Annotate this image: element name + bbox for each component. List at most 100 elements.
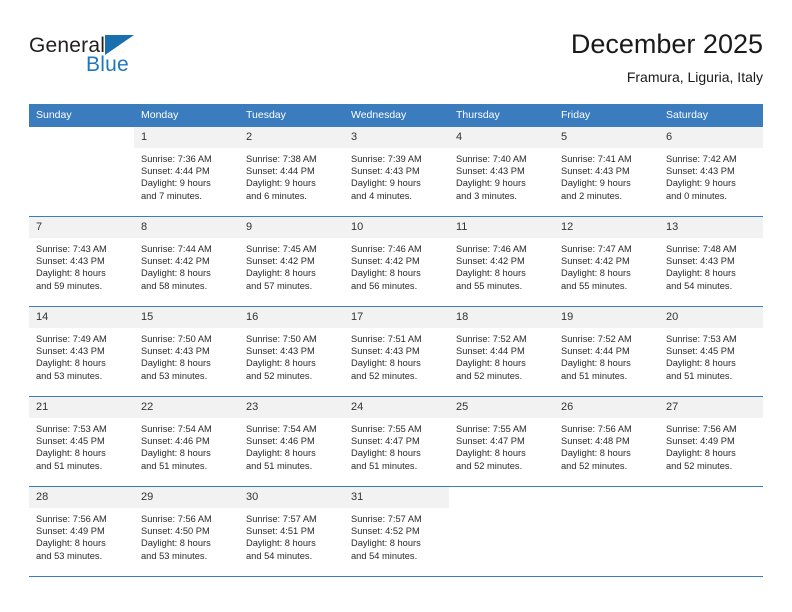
general-blue-logo[interactable]: General Blue: [29, 34, 229, 90]
calendar-day-cell[interactable]: 21 Sunrise: 7:53 AM Sunset: 4:45 PM Dayligh…: [29, 396, 134, 487]
daylight-text: Daylight: 9 hours: [351, 178, 421, 189]
day-details: Sunrise: 7:57 AM Sunset: 4:51 PM Daylight:…: [239, 508, 344, 562]
calendar-day-cell[interactable]: 9 Sunrise: 7:45 AM Sunset: 4:42 PM Daylight…: [239, 216, 344, 307]
calendar-day-cell[interactable]: 14 Sunrise: 7:49 AM Sunset: 4:43 PM Dayligh…: [29, 306, 134, 397]
daylight-text: Daylight: 8 hours: [36, 358, 106, 369]
sunset-text: Sunset: 4:43 PM: [246, 346, 315, 357]
weekday-header-thursday: Thursday: [449, 104, 554, 127]
page-subtitle: Framura, Liguria, Italy: [626, 69, 763, 85]
calendar-week-row: 7 Sunrise: 7:43 AM Sunset: 4:43 PM Daylight…: [29, 216, 763, 307]
sunset-text: Sunset: 4:45 PM: [666, 346, 735, 357]
calendar-day-cell[interactable]: 3 Sunrise: 7:39 AM Sunset: 4:43 PM Daylight…: [344, 127, 449, 217]
sunset-text: Sunset: 4:43 PM: [351, 166, 420, 177]
sunrise-sunset-calendar-table: Sunday Monday Tuesday Wednesday Thursday Frid…: [29, 104, 763, 577]
daylight-text: and 51 minutes.: [141, 460, 208, 471]
page-title: December 2025: [570, 29, 763, 59]
sunrise-text: Sunrise: 7:40 AM: [456, 154, 527, 164]
calendar-week-row: 1 Sunrise: 7:36 AM Sunset: 4:44 PM Daylight…: [29, 127, 763, 217]
day-number: 30: [239, 487, 344, 508]
daylight-text: and 3 minutes.: [456, 190, 517, 201]
calendar-body: 1 Sunrise: 7:36 AM Sunset: 4:44 PM Daylight…: [29, 127, 763, 577]
calendar-day-cell[interactable]: 25 Sunrise: 7:55 AM Sunset: 4:47 PM Dayligh…: [449, 396, 554, 487]
calendar-day-cell[interactable]: 29 Sunrise: 7:56 AM Sunset: 4:50 PM Dayligh…: [134, 486, 239, 577]
calendar-day-cell[interactable]: 19 Sunrise: 7:52 AM Sunset: 4:44 PM Dayligh…: [554, 306, 659, 397]
daylight-text: and 52 minutes.: [456, 460, 523, 471]
sunrise-text: Sunrise: 7:48 AM: [666, 244, 737, 254]
calendar-day-cell[interactable]: 30 Sunrise: 7:57 AM Sunset: 4:51 PM Dayligh…: [239, 486, 344, 577]
day-details: Sunrise: 7:54 AM Sunset: 4:46 PM Daylight:…: [239, 418, 344, 472]
calendar-day-cell[interactable]: 20 Sunrise: 7:53 AM Sunset: 4:45 PM Dayligh…: [659, 306, 763, 397]
calendar-day-cell[interactable]: 18 Sunrise: 7:52 AM Sunset: 4:44 PM Dayligh…: [449, 306, 554, 397]
day-details: Sunrise: 7:36 AM Sunset: 4:44 PM Daylight:…: [134, 148, 239, 202]
sunrise-text: Sunrise: 7:53 AM: [666, 334, 737, 344]
calendar-day-cell[interactable]: 6 Sunrise: 7:42 AM Sunset: 4:43 PM Daylight…: [659, 127, 763, 217]
calendar-day-cell[interactable]: 5 Sunrise: 7:41 AM Sunset: 4:43 PM Daylight…: [554, 127, 659, 217]
sunrise-text: Sunrise: 7:56 AM: [666, 424, 737, 434]
sunset-text: Sunset: 4:43 PM: [36, 256, 105, 267]
calendar-day-cell[interactable]: 17 Sunrise: 7:51 AM Sunset: 4:43 PM Dayligh…: [344, 306, 449, 397]
sunrise-text: Sunrise: 7:39 AM: [351, 154, 422, 164]
sunset-text: Sunset: 4:44 PM: [141, 166, 210, 177]
calendar-day-cell[interactable]: 2 Sunrise: 7:38 AM Sunset: 4:44 PM Daylight…: [239, 127, 344, 217]
calendar-day-cell[interactable]: 22 Sunrise: 7:54 AM Sunset: 4:46 PM Dayligh…: [134, 396, 239, 487]
day-number: 1: [134, 127, 239, 148]
daylight-text: and 53 minutes.: [141, 550, 208, 561]
sunrise-text: Sunrise: 7:50 AM: [141, 334, 212, 344]
day-number: 21: [29, 397, 134, 418]
sunset-text: Sunset: 4:46 PM: [246, 436, 315, 447]
calendar-day-cell[interactable]: 16 Sunrise: 7:50 AM Sunset: 4:43 PM Dayligh…: [239, 306, 344, 397]
day-number: [554, 487, 659, 508]
daylight-text: and 53 minutes.: [141, 370, 208, 381]
sunset-text: Sunset: 4:47 PM: [456, 436, 525, 447]
day-details: Sunrise: 7:41 AM Sunset: 4:43 PM Daylight:…: [554, 148, 659, 202]
daylight-text: Daylight: 9 hours: [246, 178, 316, 189]
day-number: 11: [449, 217, 554, 238]
sunset-text: Sunset: 4:43 PM: [36, 346, 105, 357]
calendar-day-cell[interactable]: 12 Sunrise: 7:47 AM Sunset: 4:42 PM Dayligh…: [554, 216, 659, 307]
sunset-text: Sunset: 4:51 PM: [246, 526, 315, 537]
daylight-text: and 54 minutes.: [246, 550, 313, 561]
sunrise-text: Sunrise: 7:56 AM: [561, 424, 632, 434]
daylight-text: Daylight: 8 hours: [666, 268, 736, 279]
daylight-text: and 0 minutes.: [666, 190, 727, 201]
calendar-day-cell[interactable]: 11 Sunrise: 7:46 AM Sunset: 4:42 PM Dayligh…: [449, 216, 554, 307]
day-number: 2: [239, 127, 344, 148]
calendar-day-cell[interactable]: 7 Sunrise: 7:43 AM Sunset: 4:43 PM Daylight…: [29, 216, 134, 307]
day-number: 4: [449, 127, 554, 148]
sunset-text: Sunset: 4:52 PM: [351, 526, 420, 537]
calendar-day-cell[interactable]: 8 Sunrise: 7:44 AM Sunset: 4:42 PM Daylight…: [134, 216, 239, 307]
calendar-day-cell[interactable]: 24 Sunrise: 7:55 AM Sunset: 4:47 PM Dayligh…: [344, 396, 449, 487]
sunset-text: Sunset: 4:50 PM: [141, 526, 210, 537]
calendar-day-cell[interactable]: 13 Sunrise: 7:48 AM Sunset: 4:43 PM Dayligh…: [659, 216, 763, 307]
day-details: Sunrise: 7:45 AM Sunset: 4:42 PM Daylight:…: [239, 238, 344, 292]
calendar-day-cell[interactable]: 4 Sunrise: 7:40 AM Sunset: 4:43 PM Daylight…: [449, 127, 554, 217]
day-details: Sunrise: 7:43 AM Sunset: 4:43 PM Daylight:…: [29, 238, 134, 292]
calendar-day-cell[interactable]: 10 Sunrise: 7:46 AM Sunset: 4:42 PM Dayligh…: [344, 216, 449, 307]
daylight-text: and 2 minutes.: [561, 190, 622, 201]
day-number: 22: [134, 397, 239, 418]
calendar-day-cell[interactable]: 15 Sunrise: 7:50 AM Sunset: 4:43 PM Dayligh…: [134, 306, 239, 397]
sunrise-text: Sunrise: 7:38 AM: [246, 154, 317, 164]
sunrise-text: Sunrise: 7:49 AM: [36, 334, 107, 344]
calendar-day-cell[interactable]: 27 Sunrise: 7:56 AM Sunset: 4:49 PM Dayligh…: [659, 396, 763, 487]
day-number: 9: [239, 217, 344, 238]
calendar-day-cell[interactable]: 26 Sunrise: 7:56 AM Sunset: 4:48 PM Dayligh…: [554, 396, 659, 487]
day-details: Sunrise: 7:52 AM Sunset: 4:44 PM Daylight:…: [449, 328, 554, 382]
calendar-week-row: 28 Sunrise: 7:56 AM Sunset: 4:49 PM Dayligh…: [29, 486, 763, 577]
day-number: 3: [344, 127, 449, 148]
calendar-day-cell[interactable]: 1 Sunrise: 7:36 AM Sunset: 4:44 PM Daylight…: [134, 127, 239, 217]
day-number: [29, 127, 134, 148]
sunset-text: Sunset: 4:43 PM: [666, 256, 735, 267]
calendar-day-cell[interactable]: 23 Sunrise: 7:54 AM Sunset: 4:46 PM Dayligh…: [239, 396, 344, 487]
day-number: 7: [29, 217, 134, 238]
day-number: 10: [344, 217, 449, 238]
daylight-text: Daylight: 8 hours: [246, 358, 316, 369]
daylight-text: Daylight: 9 hours: [141, 178, 211, 189]
sunrise-text: Sunrise: 7:50 AM: [246, 334, 317, 344]
calendar-day-cell[interactable]: 31 Sunrise: 7:57 AM Sunset: 4:52 PM Dayligh…: [344, 486, 449, 577]
calendar-day-cell[interactable]: 28 Sunrise: 7:56 AM Sunset: 4:49 PM Dayligh…: [29, 486, 134, 577]
sunrise-text: Sunrise: 7:46 AM: [456, 244, 527, 254]
day-number: 25: [449, 397, 554, 418]
day-details: Sunrise: 7:55 AM Sunset: 4:47 PM Daylight:…: [344, 418, 449, 472]
day-number: 23: [239, 397, 344, 418]
